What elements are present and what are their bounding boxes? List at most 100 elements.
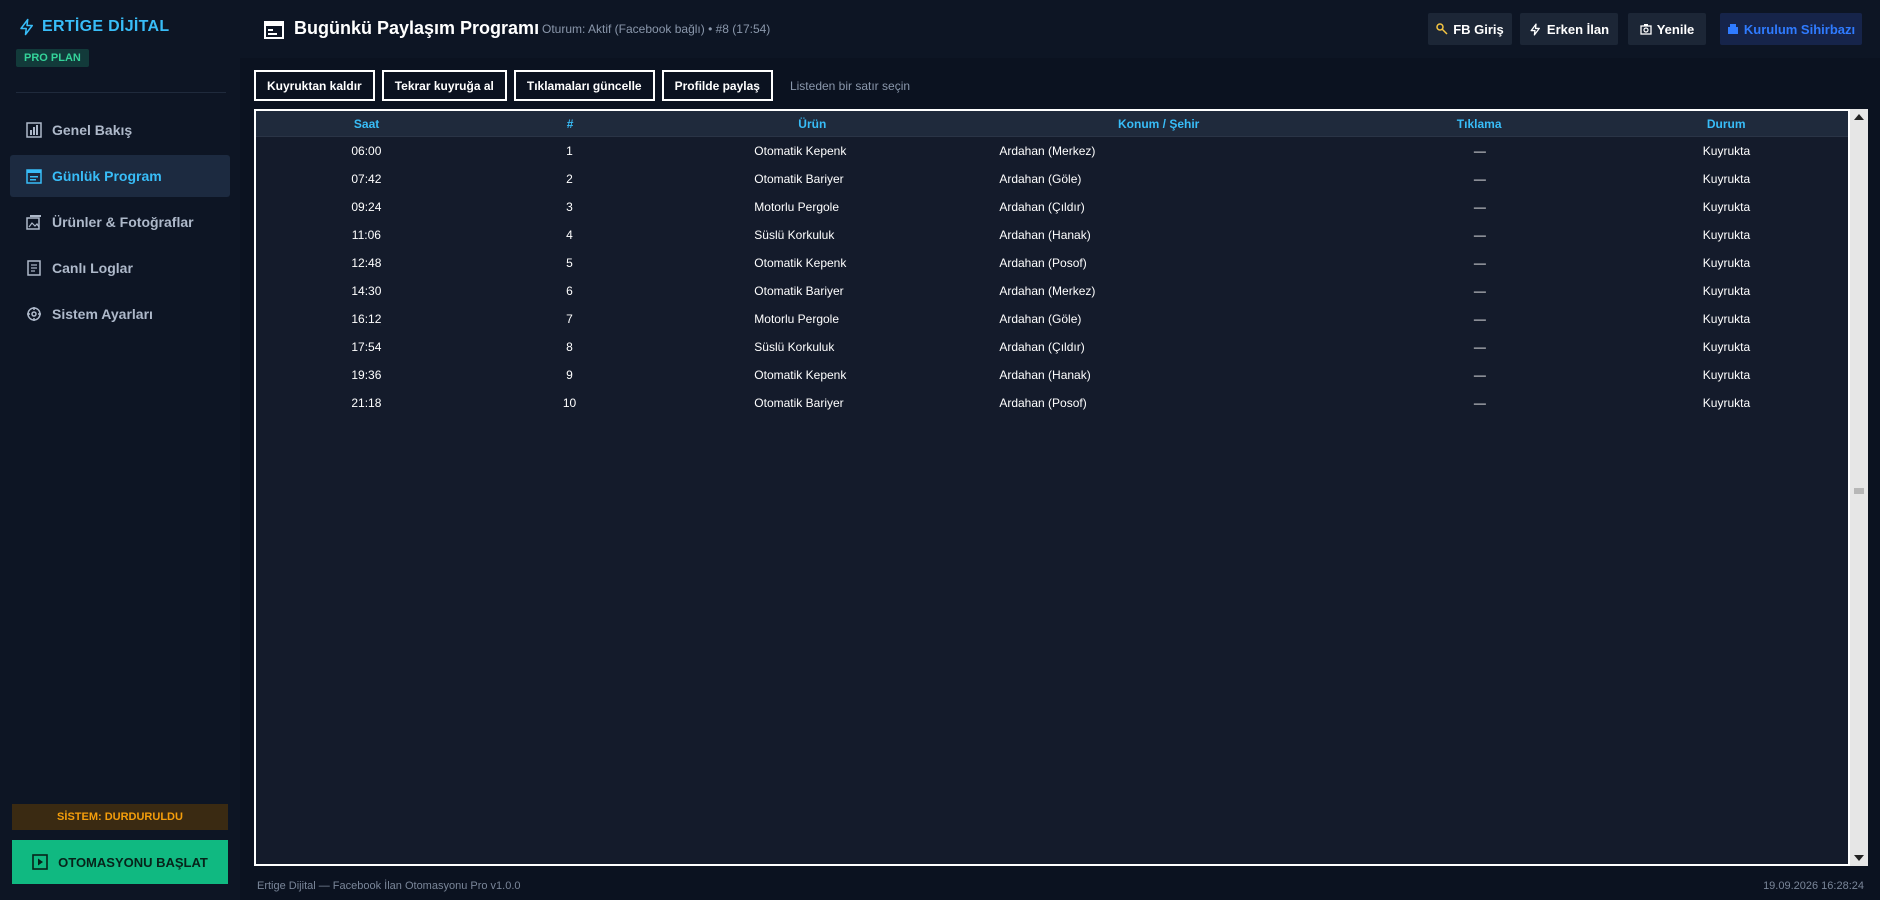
sidebar-item-label: Canlı Loglar [52,260,133,276]
cell-number: 9 [566,368,573,382]
cell-number: 5 [566,256,573,270]
early-post-label: Erken İlan [1546,21,1610,37]
cell-number: 6 [566,284,573,298]
table-row[interactable]: 14:30 6 Otomatik Bariyer Ardahan (Merkez) — K… [256,277,1848,305]
sidebar-item-settings[interactable]: Sistem Ayarları [10,293,230,335]
cell-number: 3 [566,200,573,214]
table-header: Saat # Ürün Konum / Şehir Tıklama Durum [256,111,1848,137]
update-clicks-button[interactable]: Tıklamaları güncelle [513,70,655,101]
cell-clicks: — [1473,200,1486,214]
start-automation-label: OTOMASYONU BAŞLAT [58,854,208,870]
calendar-icon [264,20,284,44]
refresh-label: Yenile [1656,21,1695,37]
plan-badge: PRO PLAN [16,49,89,67]
table-row[interactable]: 19:36 9 Otomatik Kepenk Ardahan (Hanak) — Kuy… [256,361,1848,389]
requeue-button[interactable]: Tekrar kuyruğa al [381,70,507,101]
table-row[interactable]: 06:00 1 Otomatik Kepenk Ardahan (Merkez) — Ku… [256,137,1848,165]
cell-clicks: — [1473,256,1486,270]
cell-product: Otomatik Kepenk [754,256,847,270]
cell-status: Kuyrukta [1702,256,1751,270]
cell-time: 14:30 [351,284,382,298]
schedule-table: Saat # Ürün Konum / Şehir Tıklama Durum … [254,109,1850,866]
wizard-icon [1727,23,1739,35]
cell-clicks: — [1473,284,1486,298]
table-row[interactable]: 21:18 10 Otomatik Bariyer Ardahan (Posof) — K… [256,389,1848,417]
table-row[interactable]: 16:12 7 Motorlu Pergole Ardahan (Göle) — Kuyr… [256,305,1848,333]
cell-time: 19:36 [351,368,382,382]
column-header-status[interactable]: Durum [1602,111,1848,136]
sidebar-item-label: Günlük Program [52,168,162,184]
sidebar-item-logs[interactable]: Canlı Loglar [10,247,230,289]
cell-clicks: — [1473,228,1486,242]
cell-product: Otomatik Kepenk [754,368,847,382]
settings-icon [26,306,42,322]
header: Bugünkü Paylaşım Programı Oturum: Aktif … [240,0,1880,58]
cell-clicks: — [1473,144,1486,158]
scroll-grip-icon [1854,481,1864,494]
cell-status: Kuyrukta [1702,368,1751,382]
system-status-badge: SİSTEM: DURDURULDU [12,804,228,830]
cell-status: Kuyrukta [1702,172,1751,186]
cell-number: 7 [566,312,573,326]
cell-location: Ardahan (Posof) [999,256,1087,270]
share-on-profile-button[interactable]: Profilde paylaş [661,70,773,101]
cell-status: Kuyrukta [1702,396,1751,410]
cell-clicks: — [1473,312,1486,326]
sidebar-item-products[interactable]: Ürünler & Fotoğraflar [10,201,230,243]
schedule-table-body: Saat # Ürün Konum / Şehir Tıklama Durum … [256,111,1848,864]
table-row[interactable]: 11:06 4 Süslü Korkuluk Ardahan (Hanak) — Kuyr… [256,221,1848,249]
cell-location: Ardahan (Posof) [999,396,1087,410]
column-header-clicks[interactable]: Tıklama [1356,111,1603,136]
table-row[interactable]: 09:24 3 Motorlu Pergole Ardahan (Çıldır) — Ku… [256,193,1848,221]
session-status: Oturum: Aktif (Facebook bağlı) • #8 (17:… [542,22,771,36]
cell-location: Ardahan (Hanak) [999,228,1091,242]
log-icon [26,260,42,276]
selection-hint: Listeden bir satır seçin [789,78,911,93]
table-row[interactable]: 12:48 5 Otomatik Kepenk Ardahan (Posof) — Kuy… [256,249,1848,277]
cell-time: 06:00 [351,144,382,158]
column-header-product[interactable]: Ürün [663,111,961,136]
table-scrollbar[interactable] [1850,109,1868,866]
page-title: Bugünkü Paylaşım Programı [294,18,540,38]
cell-location: Ardahan (Merkez) [999,144,1096,158]
table-row[interactable]: 17:54 8 Süslü Korkuluk Ardahan (Çıldır) — Kuy… [256,333,1848,361]
sidebar-item-label: Sistem Ayarları [52,306,153,322]
sidebar-divider [16,92,226,93]
scroll-down-icon[interactable] [1850,850,1868,866]
cell-time: 07:42 [351,172,382,186]
lightning-icon [1529,22,1542,36]
cell-product: Süslü Korkuluk [754,228,835,242]
setup-wizard-label: Kurulum Sihirbazı [1743,21,1856,37]
cell-number: 2 [566,172,573,186]
cell-product: Otomatik Bariyer [754,172,844,186]
cell-product: Otomatik Bariyer [754,396,844,410]
scroll-up-icon[interactable] [1850,109,1868,125]
sidebar-item-daily-program[interactable]: Günlük Program [10,155,230,197]
chart-icon [26,122,42,138]
cell-time: 21:18 [351,396,382,410]
cell-time: 16:12 [351,312,382,326]
cell-number: 4 [566,228,573,242]
cell-status: Kuyrukta [1702,340,1751,354]
cell-location: Ardahan (Merkez) [999,284,1096,298]
start-automation-button[interactable]: OTOMASYONU BAŞLAT [12,840,228,884]
cell-number: 1 [566,144,573,158]
refresh-button[interactable]: Yenile [1628,13,1706,45]
table-row[interactable]: 07:42 2 Otomatik Bariyer Ardahan (Göle) — Kuy… [256,165,1848,193]
sidebar-item-overview[interactable]: Genel Bakış [10,109,230,151]
action-toolbar: Kuyruktan kaldır Tekrar kuyruğa al Tıkla… [254,70,910,101]
setup-wizard-button[interactable]: Kurulum Sihirbazı [1720,13,1862,45]
remove-from-queue-button[interactable]: Kuyruktan kaldır [254,70,375,101]
column-header-location[interactable]: Konum / Şehir [962,111,1356,136]
lightning-icon [18,18,36,36]
early-post-button[interactable]: Erken İlan [1520,13,1618,45]
fb-login-button[interactable]: FB Giriş [1428,13,1512,45]
key-icon [1436,23,1448,35]
column-header-time[interactable]: Saat [256,111,477,136]
cell-status: Kuyrukta [1702,312,1751,326]
footer-timestamp: 19.09.2026 16:28:24 [1763,880,1864,892]
cell-clicks: — [1473,396,1486,410]
cell-status: Kuyrukta [1702,144,1751,158]
column-header-number[interactable]: # [477,111,663,136]
camera-icon [1640,23,1652,35]
